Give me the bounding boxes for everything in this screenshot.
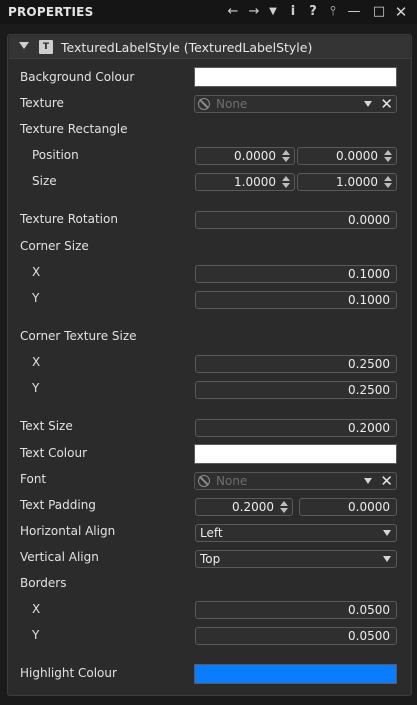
text-padding-y-value: 0.0000	[348, 500, 390, 514]
chevron-down-icon[interactable]	[383, 530, 391, 536]
background-colour-swatch[interactable]	[194, 67, 397, 87]
pin-icon[interactable]: ⫯	[324, 3, 342, 21]
window-title: PROPERTIES	[8, 5, 94, 19]
corner-texture-size-y-label: Y	[32, 381, 40, 395]
corner-size-y-value: 0.1000	[348, 293, 390, 307]
corner-size-x-label: X	[32, 265, 41, 279]
position-x-value: 0.0000	[234, 149, 276, 163]
corner-size-x-field[interactable]: 0.1000	[195, 265, 397, 283]
maximize-icon[interactable]: □	[370, 3, 388, 21]
collapse-arrow-icon[interactable]	[19, 42, 29, 49]
borders-x-label: X	[32, 602, 41, 616]
corner-texture-size-y-value: 0.2500	[348, 383, 390, 397]
help-icon[interactable]: ?	[304, 3, 322, 21]
component-header[interactable]: T TexturedLabelStyle (TexturedLabelStyle…	[9, 36, 410, 59]
text-padding-y-field[interactable]: 0.0000	[299, 498, 397, 516]
chevron-down-icon[interactable]	[383, 556, 391, 562]
minimize-icon[interactable]: —	[345, 3, 363, 21]
text-size-value: 0.2000	[348, 421, 390, 435]
vertical-align-value: Top	[200, 552, 221, 566]
spinner-icon[interactable]	[384, 150, 393, 162]
horizontal-align-value: Left	[200, 526, 223, 540]
text-padding-x-field[interactable]: 0.2000	[195, 498, 293, 516]
text-size-field[interactable]: 0.2000	[195, 419, 397, 437]
vertical-align-label: Vertical Align	[20, 550, 99, 564]
spinner-icon[interactable]	[282, 150, 291, 162]
spinner-icon[interactable]	[384, 176, 393, 188]
corner-texture-size-x-label: X	[32, 355, 41, 369]
texture-rotation-value: 0.0000	[348, 213, 390, 227]
borders-label: Borders	[20, 576, 67, 590]
none-icon	[198, 98, 210, 110]
font-label: Font	[20, 472, 47, 486]
position-y-value: 0.0000	[336, 149, 378, 163]
title-bar: PROPERTIES ← → ▼ i ? ⫯ — □ ✕	[0, 0, 417, 24]
clear-icon[interactable]: ✕	[380, 95, 393, 113]
size-y-field[interactable]: 1.0000	[297, 173, 397, 191]
corner-texture-size-x-value: 0.2500	[348, 357, 390, 371]
highlight-colour-swatch[interactable]	[194, 664, 397, 684]
borders-x-field[interactable]: 0.0500	[195, 601, 397, 619]
none-icon	[198, 475, 210, 487]
position-label: Position	[32, 148, 79, 162]
corner-texture-size-x-field[interactable]: 0.2500	[195, 355, 397, 373]
position-y-field[interactable]: 0.0000	[297, 147, 397, 165]
horizontal-align-label: Horizontal Align	[20, 524, 116, 538]
size-x-field[interactable]: 1.0000	[195, 173, 295, 191]
corner-size-x-value: 0.1000	[348, 267, 390, 281]
component-title: TexturedLabelStyle (TexturedLabelStyle)	[61, 40, 313, 55]
corner-size-label: Corner Size	[20, 239, 89, 253]
close-icon[interactable]: ✕	[392, 3, 410, 21]
back-icon[interactable]: ←	[224, 3, 242, 21]
size-label: Size	[32, 174, 57, 188]
texture-rotation-field[interactable]: 0.0000	[195, 211, 397, 229]
texture-field[interactable]: None ✕	[194, 95, 397, 113]
borders-y-label: Y	[32, 628, 40, 642]
corner-texture-size-y-field[interactable]: 0.2500	[195, 381, 397, 399]
position-x-field[interactable]: 0.0000	[195, 147, 295, 165]
texture-value: None	[216, 97, 248, 111]
borders-y-field[interactable]: 0.0500	[195, 627, 397, 645]
forward-icon[interactable]: →	[245, 3, 263, 21]
texture-rectangle-label: Texture Rectangle	[20, 122, 128, 136]
text-padding-x-value: 0.2000	[232, 500, 274, 514]
chevron-down-icon[interactable]	[364, 101, 372, 107]
borders-y-value: 0.0500	[348, 629, 390, 643]
borders-x-value: 0.0500	[348, 603, 390, 617]
corner-texture-size-label: Corner Texture Size	[20, 329, 137, 343]
vertical-align-select[interactable]: Top	[195, 550, 397, 568]
text-colour-label: Text Colour	[20, 446, 88, 460]
dropdown-icon[interactable]: ▼	[264, 3, 282, 21]
background-colour-label: Background Colour	[20, 70, 135, 84]
info-icon[interactable]: i	[284, 3, 302, 21]
spinner-icon[interactable]	[280, 501, 289, 513]
font-field[interactable]: None ✕	[194, 472, 397, 490]
highlight-colour-label: Highlight Colour	[20, 666, 117, 680]
spinner-icon[interactable]	[282, 176, 291, 188]
corner-size-y-label: Y	[32, 291, 40, 305]
texture-rotation-label: Texture Rotation	[20, 212, 118, 226]
text-colour-swatch[interactable]	[194, 444, 397, 464]
text-padding-label: Text Padding	[20, 498, 96, 512]
text-size-label: Text Size	[20, 419, 73, 433]
size-y-value: 1.0000	[336, 175, 378, 189]
chevron-down-icon[interactable]	[364, 478, 372, 484]
horizontal-align-select[interactable]: Left	[195, 524, 397, 542]
clear-icon[interactable]: ✕	[380, 472, 393, 490]
size-x-value: 1.0000	[234, 175, 276, 189]
font-value: None	[216, 474, 248, 488]
texture-label: Texture	[20, 96, 64, 110]
corner-size-y-field[interactable]: 0.1000	[195, 291, 397, 309]
textured-label-icon: T	[39, 40, 53, 54]
